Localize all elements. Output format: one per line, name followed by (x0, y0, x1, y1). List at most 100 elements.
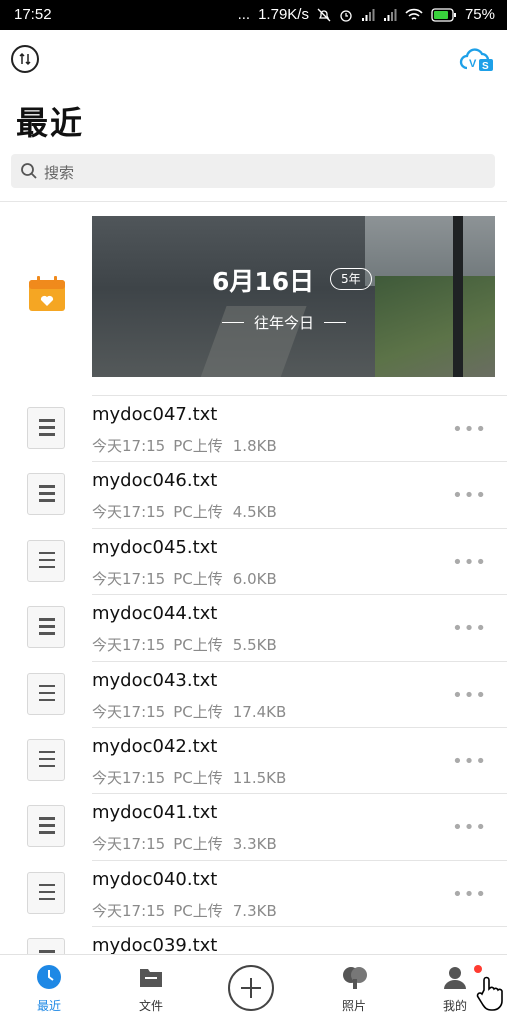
file-icon-line (39, 950, 55, 953)
file-icon-line (39, 419, 55, 422)
file-size: 11.5KB (232, 768, 287, 787)
signal-icon (361, 8, 375, 21)
file-row[interactable]: mydoc047.txt 今天17:15 PC上传 1.8KB ••• (0, 395, 507, 461)
file-row[interactable]: mydoc042.txt 今天17:15 PC上传 11.5KB ••• (0, 726, 507, 793)
file-source: PC上传 (173, 768, 223, 787)
status-bar: 17:52 ... 1.79K/s 75% (0, 0, 507, 30)
status-time: 17:52 (14, 6, 52, 23)
search-placeholder: 搜索 (44, 164, 75, 182)
file-list: mydoc047.txt 今天17:15 PC上传 1.8KB ••• mydoc046.… (0, 395, 507, 993)
file-name: mydoc040.txt (92, 868, 218, 890)
tab-photos[interactable]: 照片 (314, 955, 394, 1015)
tab-recent-label: 最近 (36, 999, 61, 1013)
file-icon-line (39, 883, 55, 887)
file-icon-line (39, 558, 55, 562)
file-row[interactable]: mydoc043.txt 今天17:15 PC上传 17.4KB ••• (0, 660, 507, 727)
file-meta: 今天17:15 PC上传 5.5KB (92, 634, 277, 655)
file-icon-line (39, 565, 55, 569)
header: V S 最近 搜索 (0, 30, 507, 202)
file-time: 今天17:15 (92, 702, 166, 721)
file-icon-line (39, 485, 55, 488)
more-icon[interactable]: ••• (452, 685, 487, 706)
file-row[interactable]: mydoc045.txt 今天17:15 PC上传 6.0KB ••• (0, 527, 507, 594)
file-size: 3.3KB (232, 835, 277, 854)
file-size: 6.0KB (232, 569, 277, 588)
file-name: mydoc045.txt (92, 536, 218, 558)
file-icon-line (39, 433, 55, 436)
file-meta: 今天17:15 PC上传 7.3KB (92, 900, 277, 921)
file-meta: 今天17:15 PC上传 3.3KB (92, 833, 277, 854)
file-icon-line (39, 632, 55, 635)
dash-right (324, 322, 347, 323)
battery-percent: 75% (464, 6, 495, 23)
file-size: 17.4KB (232, 702, 287, 721)
signal-icon-2 (383, 8, 397, 21)
file-time: 今天17:15 (92, 503, 166, 522)
more-icon[interactable]: ••• (452, 485, 487, 506)
wifi-icon (405, 8, 423, 20)
hand-cursor-icon (476, 976, 503, 1011)
battery-icon (431, 7, 456, 22)
profile-icon (444, 967, 466, 989)
row-divider (92, 527, 507, 529)
file-icon-line (39, 897, 55, 901)
text-file-icon (27, 871, 65, 914)
file-icon-line (39, 618, 55, 621)
search-input[interactable]: 搜索 (11, 154, 495, 188)
file-time: 今天17:15 (92, 835, 166, 854)
file-meta: 今天17:15 PC上传 6.0KB (92, 568, 277, 589)
file-time: 今天17:15 (92, 768, 166, 787)
file-icon-line (39, 824, 55, 827)
more-icon[interactable]: ••• (452, 884, 487, 905)
memory-photo-pole (453, 216, 463, 377)
tab-files[interactable]: 文件 (111, 955, 191, 1015)
text-file-icon (27, 539, 65, 582)
more-icon[interactable]: ••• (452, 618, 487, 639)
row-divider (92, 926, 507, 928)
tab-photos-label: 照片 (341, 999, 366, 1013)
file-source: PC上传 (173, 503, 223, 522)
more-icon[interactable]: ••• (452, 552, 487, 573)
file-row[interactable]: mydoc046.txt 今天17:15 PC上传 4.5KB ••• (0, 461, 507, 527)
file-name: mydoc041.txt (92, 802, 218, 824)
tab-recent[interactable]: 最近 (9, 955, 89, 1015)
file-icon-line (39, 625, 55, 628)
cloud-vip-icon[interactable]: V S (459, 47, 495, 73)
status-dots: ... (237, 6, 251, 23)
mute-bell-icon (317, 8, 331, 21)
file-icon-line (39, 426, 55, 429)
page-title: 最近 (16, 104, 85, 142)
more-icon[interactable]: ••• (452, 817, 487, 838)
transfer-button[interactable] (11, 45, 39, 73)
file-size: 5.5KB (232, 636, 277, 655)
dash-left (222, 322, 244, 323)
status-icons: ... 1.79K/s 75% (238, 6, 495, 23)
file-time: 今天17:15 (92, 901, 166, 920)
file-source: PC上传 (173, 569, 223, 588)
file-name: mydoc047.txt (92, 404, 218, 425)
file-source: PC上传 (173, 702, 223, 721)
file-row[interactable]: mydoc041.txt 今天17:15 PC上传 3.3KB ••• (0, 793, 507, 859)
photos-icon (343, 967, 367, 989)
file-name: mydoc043.txt (92, 669, 218, 691)
svg-text:S: S (482, 61, 489, 72)
file-name: mydoc044.txt (92, 603, 218, 625)
file-row[interactable]: mydoc044.txt 今天17:15 PC上传 5.5KB ••• (0, 594, 507, 660)
file-row[interactable]: mydoc040.txt 今天17:15 PC上传 7.3KB ••• (0, 859, 507, 926)
memory-subtitle-text: 往年今日 (254, 314, 315, 332)
file-meta: 今天17:15 PC上传 11.5KB (92, 767, 286, 788)
more-icon[interactable]: ••• (452, 751, 487, 772)
add-button[interactable] (228, 965, 274, 1011)
text-file-icon (27, 805, 65, 848)
file-name: mydoc039.txt (92, 935, 218, 957)
file-icon-line (39, 691, 55, 695)
more-icon[interactable]: ••• (452, 419, 487, 440)
clock-icon (37, 965, 61, 989)
tab-files-label: 文件 (138, 999, 163, 1013)
memory-card[interactable]: 6月16日 5年 往年今日 (92, 216, 495, 377)
transfer-arrows-icon (19, 52, 31, 66)
text-file-icon (27, 473, 65, 516)
file-icon-line (39, 750, 55, 754)
alarm-icon (340, 9, 352, 22)
file-source: PC上传 (173, 835, 223, 854)
